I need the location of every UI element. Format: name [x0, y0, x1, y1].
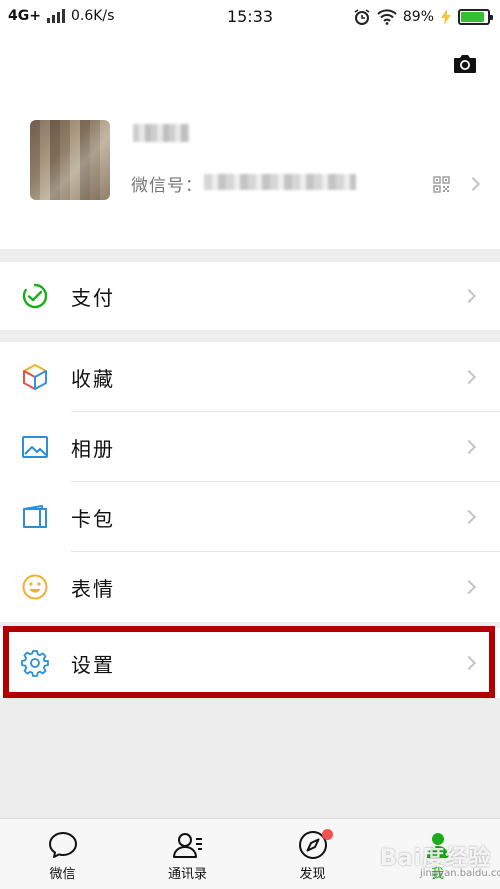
menu-label-album: 相册: [71, 436, 115, 461]
status-bar: 4G+ 0.6K/s 15:33 89%: [0, 0, 500, 36]
avatar[interactable]: [30, 120, 110, 200]
chevron-right-icon: [461, 655, 477, 671]
battery-percent: 89%: [402, 9, 434, 25]
wifi-icon: [377, 9, 397, 25]
tab-chats[interactable]: 微信: [0, 819, 125, 889]
contacts-icon: [172, 833, 202, 858]
tab-label-me: 我: [430, 867, 444, 882]
menu-item-favorites[interactable]: 收藏: [0, 342, 500, 412]
wechat-id-label: 微信号：: [131, 176, 203, 196]
profile-header[interactable]: 微信号：: [0, 36, 500, 249]
person-icon: [426, 833, 449, 858]
menu-group-settings: 设置: [0, 628, 500, 698]
qr-code-icon[interactable]: [433, 176, 450, 193]
menu-group-pay: 支付: [0, 262, 500, 330]
menu-item-cards[interactable]: 卡包: [0, 482, 500, 552]
tab-label-chats: 微信: [49, 867, 76, 882]
chevron-right-icon: [461, 369, 477, 385]
chevron-right-icon: [465, 176, 481, 192]
menu-item-stickers[interactable]: 表情: [0, 552, 500, 622]
bottom-tab-bar: 微信 通讯录 发现 我: [0, 818, 500, 889]
chevron-right-icon: [461, 509, 477, 525]
menu-label-favorites: 收藏: [71, 366, 115, 391]
charging-icon: [441, 9, 451, 25]
menu-item-settings[interactable]: 设置: [0, 628, 500, 698]
battery-fill: [461, 12, 485, 22]
menu-item-album[interactable]: 相册: [0, 412, 500, 482]
chat-bubble-icon: [48, 832, 77, 858]
chevron-right-icon: [461, 579, 477, 595]
tab-me[interactable]: 我: [375, 819, 500, 889]
pay-icon: [22, 283, 48, 309]
favorites-cube-icon: [23, 364, 47, 390]
battery-icon: [458, 9, 493, 25]
status-right: 89%: [353, 8, 493, 26]
menu-item-pay[interactable]: 支付: [0, 262, 500, 330]
menu-label-settings: 设置: [71, 652, 115, 677]
smiley-icon: [22, 574, 48, 600]
album-icon: [22, 436, 48, 458]
tab-label-contacts: 通讯录: [167, 867, 207, 882]
wechat-id-blurred: [204, 174, 356, 190]
nickname-blurred: [133, 124, 189, 142]
tab-discover[interactable]: 发现: [250, 819, 375, 889]
gear-icon: [21, 650, 49, 677]
chevron-right-icon: [461, 439, 477, 455]
alarm-icon: [354, 9, 370, 25]
menu-label-stickers: 表情: [71, 576, 115, 601]
menu-label-pay: 支付: [71, 285, 115, 310]
menu-group-main: 收藏 相册 卡包 表情: [0, 342, 500, 622]
menu-label-cards: 卡包: [71, 506, 115, 531]
chevron-right-icon: [461, 288, 477, 304]
card-wallet-icon: [23, 505, 47, 528]
tab-label-discover: 发现: [299, 867, 326, 882]
camera-icon[interactable]: [452, 52, 478, 76]
tab-contacts[interactable]: 通讯录: [125, 819, 250, 889]
discover-badge-dot: [322, 829, 333, 840]
